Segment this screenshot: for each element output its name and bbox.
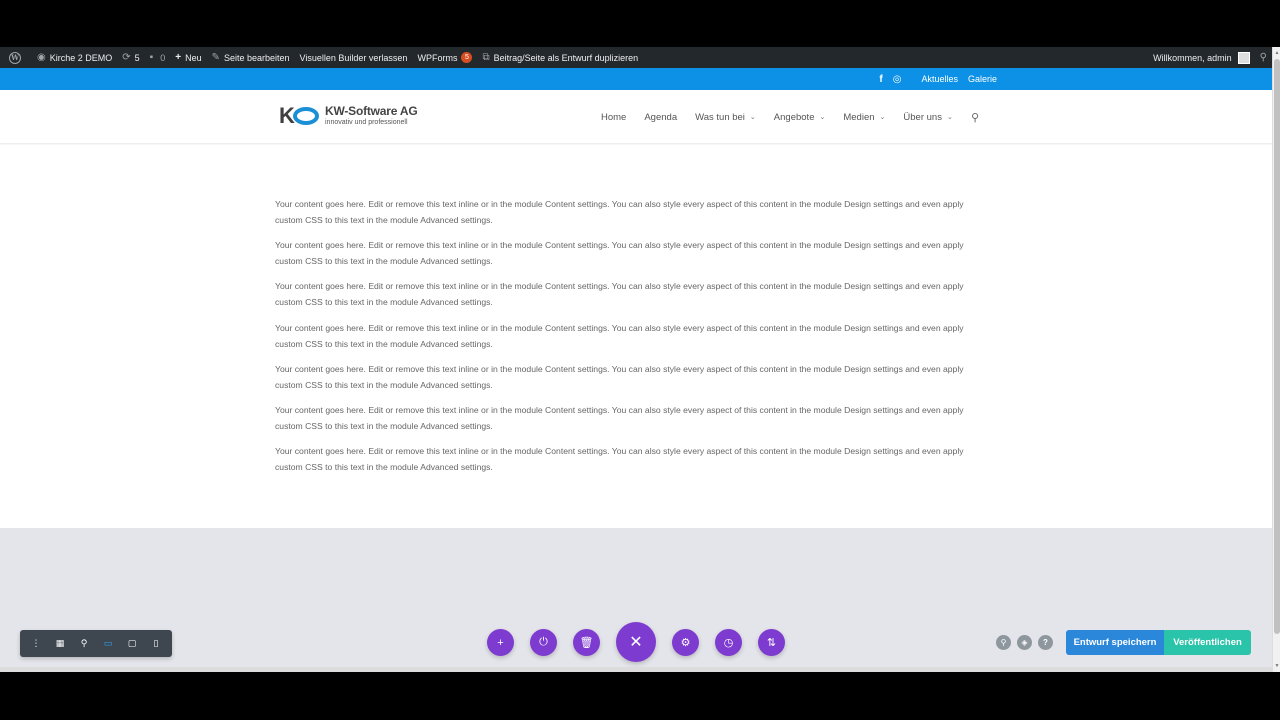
nav-item-was-tun-bei[interactable]: Was tun bei ⌄ [695,112,756,123]
instagram-icon[interactable]: ◎ [893,74,902,85]
power-icon[interactable]: ⏻ [530,629,557,656]
browser-screen: W ◉ Kirche 2 DEMO ⟳ 5 ▪ 0 + Neu ✎ Seite … [0,47,1280,672]
chevron-down-icon: ⌄ [946,114,953,121]
admin-search[interactable]: ⚲ [1255,47,1272,68]
updates-menu[interactable]: ⟳ 5 [117,47,144,68]
duplicate-label: Beitrag/Seite als Entwurf duplizieren [493,52,639,63]
nav-item-home[interactable]: Home [601,112,626,123]
site-logo[interactable]: K KW-Software AG innovativ und professio… [279,104,418,128]
text-module-paragraph[interactable]: Your content goes here. Edit or remove t… [275,443,980,475]
updates-icon: ⟳ [122,51,131,63]
logo-name: KW-Software AG [325,104,418,118]
history-icon[interactable]: ◷ [715,629,742,656]
dashboard-icon: ◉ [37,51,46,63]
main-navigation: Home Agenda Was tun bei ⌄ Angebote ⌄ Medie… [601,90,979,144]
search-icon: ⚲ [1259,51,1267,63]
comments-count: 0 [160,52,166,63]
close-icon[interactable]: ✕ [616,622,656,662]
updates-count: 5 [134,52,140,63]
page-content: Your content goes here. Edit or remove t… [0,145,1272,528]
secondary-top-bar: f ◎ Aktuelles Galerie [0,68,1272,90]
layers-icon[interactable]: ◈ [1017,635,1032,650]
header-search-icon[interactable]: ⚲ [971,111,979,124]
wp-logo-menu[interactable]: W [0,47,32,68]
desktop-icon[interactable]: ▭ [99,635,117,653]
account-menu[interactable]: Willkommen, admin [1148,47,1255,68]
chevron-down-icon: ⌄ [879,114,886,121]
scroll-down-icon[interactable]: ▼ [1274,662,1280,670]
text-module-paragraph[interactable]: Your content goes here. Edit or remove t… [275,361,980,393]
vertical-scrollbar[interactable]: ▲ ▼ [1272,47,1280,672]
avatar [1237,51,1250,64]
search-icon[interactable]: ⚲ [996,635,1011,650]
settings-icon[interactable]: ⚙ [672,629,699,656]
portability-icon[interactable]: ⇅ [758,629,785,656]
site-name-menu[interactable]: ◉ Kirche 2 DEMO [32,47,117,68]
text-module-paragraph[interactable]: Your content goes here. Edit or remove t… [275,320,980,352]
logo-text: KW-Software AG innovativ und professione… [325,105,418,127]
horizontal-scrollbar[interactable] [0,667,1272,672]
wp-admin-bar: W ◉ Kirche 2 DEMO ⟳ 5 ▪ 0 + Neu ✎ Seite … [0,47,1272,68]
plus-icon: + [175,51,182,63]
chevron-down-icon: ⌄ [819,114,826,121]
facebook-icon[interactable]: f [879,74,882,85]
more-vertical-icon[interactable]: ⋮ [27,635,45,653]
nav-item-angebote[interactable]: Angebote ⌄ [774,112,826,123]
save-draft-button[interactable]: Entwurf speichern [1066,630,1164,655]
text-module-paragraph[interactable]: Your content goes here. Edit or remove t… [275,402,980,434]
wpforms-label: WPForms [417,52,458,63]
text-module-paragraph[interactable]: Your content goes here. Edit or remove t… [275,196,980,228]
edit-page-label: Seite bearbeiten [223,52,290,63]
logo-mark-icon: K [279,104,321,128]
scrollbar-thumb[interactable] [1274,59,1280,634]
help-icon[interactable]: ? [1038,635,1053,650]
logo-tagline: innovativ und professionell [325,119,408,126]
zoom-icon[interactable]: ⚲ [75,635,93,653]
comments-menu[interactable]: ▪ 0 [145,47,171,68]
wordpress-icon: W [9,51,21,64]
viewport: W ◉ Kirche 2 DEMO ⟳ 5 ▪ 0 + Neu ✎ Seite … [0,0,1280,720]
copy-icon: ⧉ [482,51,490,63]
duplicate-draft-link[interactable]: ⧉ Beitrag/Seite als Entwurf duplizieren [477,47,643,68]
chevron-down-icon: ⌄ [749,114,756,121]
site-header: K KW-Software AG innovativ und professio… [0,90,1272,144]
scroll-up-icon[interactable]: ▲ [1274,49,1280,57]
topbar-link-aktuelles[interactable]: Aktuelles [921,74,958,84]
nav-item-agenda[interactable]: Agenda [644,112,677,123]
text-module-paragraph[interactable]: Your content goes here. Edit or remove t… [275,237,980,269]
wpforms-menu[interactable]: WPForms 5 [412,47,477,68]
exit-builder-label: Visuellen Builder verlassen [299,52,408,63]
publish-button[interactable]: Veröffentlichen [1164,630,1251,655]
nav-item-medien[interactable]: Medien ⌄ [843,112,885,123]
wpforms-badge: 5 [461,52,473,63]
trash-icon[interactable]: 🗑 [573,629,600,656]
edit-page-link[interactable]: ✎ Seite bearbeiten [207,47,295,68]
welcome-label: Willkommen, admin [1153,52,1232,63]
comment-icon: ▪ [149,51,154,63]
new-content-menu[interactable]: + Neu [170,47,206,68]
text-module-paragraph[interactable]: Your content goes here. Edit or remove t… [275,278,980,310]
new-label: Neu [185,52,202,63]
tablet-icon[interactable]: ▢ [123,635,141,653]
exit-builder-link[interactable]: Visuellen Builder verlassen [295,47,413,68]
view-mode-toolbar: ⋮ ▦ ⚲ ▭ ▢ ▯ [20,630,172,657]
site-name: Kirche 2 DEMO [49,52,113,63]
topbar-link-galerie[interactable]: Galerie [968,74,997,84]
add-icon[interactable]: + [487,629,514,656]
pencil-icon: ✎ [211,51,220,63]
wireframe-icon[interactable]: ▦ [51,635,69,653]
nav-item-ueber-uns[interactable]: Über uns ⌄ [903,112,952,123]
phone-icon[interactable]: ▯ [147,635,165,653]
